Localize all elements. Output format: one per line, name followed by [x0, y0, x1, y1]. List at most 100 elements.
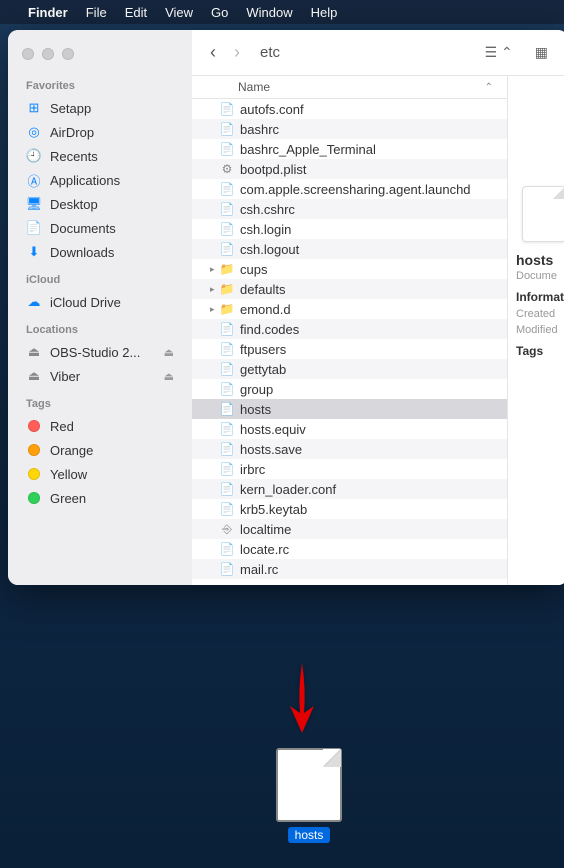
disclosure-triangle-icon[interactable]: ▸ — [210, 284, 218, 295]
eject-icon[interactable]: ⏏ — [164, 370, 174, 383]
sidebar-item-documents[interactable]: 📄Documents — [8, 216, 192, 240]
file-row[interactable]: 📄bashrc_Apple_Terminal — [192, 139, 507, 159]
file-row[interactable]: 📄bashrc — [192, 119, 507, 139]
file-row[interactable]: 📄gettytab — [192, 359, 507, 379]
sidebar-item-desktop[interactable]: 🖥Desktop — [8, 192, 192, 216]
file-row[interactable]: 📄mail.rc — [192, 559, 507, 579]
menu-help[interactable]: Help — [311, 5, 338, 20]
sidebar-item-icloud-drive[interactable]: ☁iCloud Drive — [8, 290, 192, 314]
file-column[interactable]: Name ⌃ 📄autofs.conf📄bashrc📄bashrc_Apple_… — [192, 76, 508, 585]
file-row[interactable]: ▸📁emond.d — [192, 299, 507, 319]
disclosure-triangle-icon[interactable]: ▸ — [210, 264, 218, 275]
document-icon: 📄 — [220, 561, 234, 577]
file-name: gettytab — [240, 362, 286, 377]
file-name: irbrc — [240, 462, 265, 477]
sidebar-item-label: iCloud Drive — [50, 295, 121, 310]
document-icon: ⚙ — [220, 161, 234, 177]
menu-window[interactable]: Window — [246, 5, 292, 20]
menu-file[interactable]: File — [86, 5, 107, 20]
file-row[interactable]: 📄hosts.save — [192, 439, 507, 459]
file-name: defaults — [240, 282, 286, 297]
folder-icon: 📁 — [220, 261, 234, 277]
grid-icon[interactable]: ▦ — [529, 44, 554, 61]
info-tags-heading: Tags — [516, 344, 560, 358]
file-row[interactable]: 📄find.codes — [192, 319, 507, 339]
file-row[interactable]: 📄hosts.equiv — [192, 419, 507, 439]
document-icon: 📄 — [220, 241, 234, 257]
document-icon: 📄 — [220, 101, 234, 117]
sidebar-item-setapp[interactable]: ⊞Setapp — [8, 96, 192, 120]
file-row[interactable]: 📄krb5.keytab — [192, 499, 507, 519]
document-icon: 📄 — [220, 481, 234, 497]
disclosure-triangle-icon[interactable]: ▸ — [210, 304, 218, 315]
zoom-button[interactable] — [62, 48, 74, 60]
app-menu[interactable]: Finder — [28, 5, 68, 20]
sidebar-item-red[interactable]: Red — [8, 414, 192, 438]
file-row[interactable]: ⚙bootpd.plist — [192, 159, 507, 179]
document-icon: 📄 — [220, 541, 234, 557]
column-header[interactable]: Name ⌃ — [192, 76, 507, 99]
close-button[interactable] — [22, 48, 34, 60]
tag-icon — [26, 466, 42, 482]
icloud-heading: iCloud — [8, 270, 192, 290]
minimize-button[interactable] — [42, 48, 54, 60]
file-row[interactable]: ▸📁cups — [192, 259, 507, 279]
document-icon: 📄 — [220, 141, 234, 157]
file-row[interactable]: 📄group — [192, 379, 507, 399]
sidebar-item-downloads[interactable]: ⬇Downloads — [8, 240, 192, 264]
download-icon: ⬇ — [26, 244, 42, 260]
file-name: csh.logout — [240, 242, 299, 257]
sidebar-item-viber[interactable]: ⏏Viber⏏ — [8, 364, 192, 388]
file-row[interactable]: 📄 csh.logout — [192, 239, 507, 259]
file-name: bashrc — [240, 122, 279, 137]
file-row[interactable]: ▸📁defaults — [192, 279, 507, 299]
file-name: hosts — [240, 402, 271, 417]
info-created-label: Created — [516, 308, 560, 320]
file-row[interactable]: 📄 hosts — [192, 399, 507, 419]
file-name: ftpusers — [240, 342, 286, 357]
sidebar-item-applications[interactable]: ⒶApplications — [8, 168, 192, 192]
view-options-icon[interactable]: ☰ ⌃ — [479, 44, 519, 61]
file-row[interactable]: 📄com.apple.screensharing.agent.launchd — [192, 179, 507, 199]
menubar: Finder File Edit View Go Window Help — [0, 0, 564, 24]
clock-icon: 🕘 — [26, 148, 42, 164]
file-row[interactable]: 📄irbrc — [192, 459, 507, 479]
forward-button[interactable]: › — [230, 42, 244, 63]
menu-edit[interactable]: Edit — [125, 5, 147, 20]
back-button[interactable]: ‹ — [206, 42, 220, 63]
file-row[interactable]: 📄autofs.conf — [192, 99, 507, 119]
favorites-heading: Favorites — [8, 76, 192, 96]
sidebar-item-label: Documents — [50, 221, 116, 236]
file-row[interactable]: 📄csh.cshrc — [192, 199, 507, 219]
app-icon: Ⓐ — [26, 172, 42, 188]
eject-icon[interactable]: ⏏ — [164, 346, 174, 359]
file-row[interactable]: 📄kern_loader.conf — [192, 479, 507, 499]
document-icon: 📄 — [220, 381, 234, 397]
file-name: hosts.equiv — [240, 422, 306, 437]
sidebar: Favorites ⊞Setapp◎AirDrop🕘RecentsⒶApplic… — [8, 30, 192, 585]
sidebar-item-obs-studio-[interactable]: ⏏OBS-Studio 2...⏏ — [8, 340, 192, 364]
file-name: locate.rc — [240, 542, 289, 557]
file-row[interactable]: 📄csh.login — [192, 219, 507, 239]
document-icon: 📄 — [220, 401, 234, 417]
tag-icon — [26, 418, 42, 434]
file-row[interactable]: 📄ftpusers — [192, 339, 507, 359]
file-name: emond.d — [240, 302, 291, 317]
menu-go[interactable]: Go — [211, 5, 228, 20]
file-name: krb5.keytab — [240, 502, 307, 517]
document-icon: 📄 — [220, 221, 234, 237]
desktop-file[interactable]: hosts — [276, 748, 342, 844]
file-row[interactable]: ⎆localtime — [192, 519, 507, 539]
file-row[interactable]: 📄 locate.rc — [192, 539, 507, 559]
file-icon — [276, 748, 342, 822]
menu-view[interactable]: View — [165, 5, 193, 20]
sidebar-item-orange[interactable]: Orange — [8, 438, 192, 462]
tag-icon — [26, 442, 42, 458]
sidebar-item-yellow[interactable]: Yellow — [8, 462, 192, 486]
sidebar-item-recents[interactable]: 🕘Recents — [8, 144, 192, 168]
column-name-label: Name — [238, 80, 270, 94]
sidebar-item-green[interactable]: Green — [8, 486, 192, 510]
grid-icon: ⊞ — [26, 100, 42, 116]
sidebar-item-label: OBS-Studio 2... — [50, 345, 140, 360]
sidebar-item-airdrop[interactable]: ◎AirDrop — [8, 120, 192, 144]
